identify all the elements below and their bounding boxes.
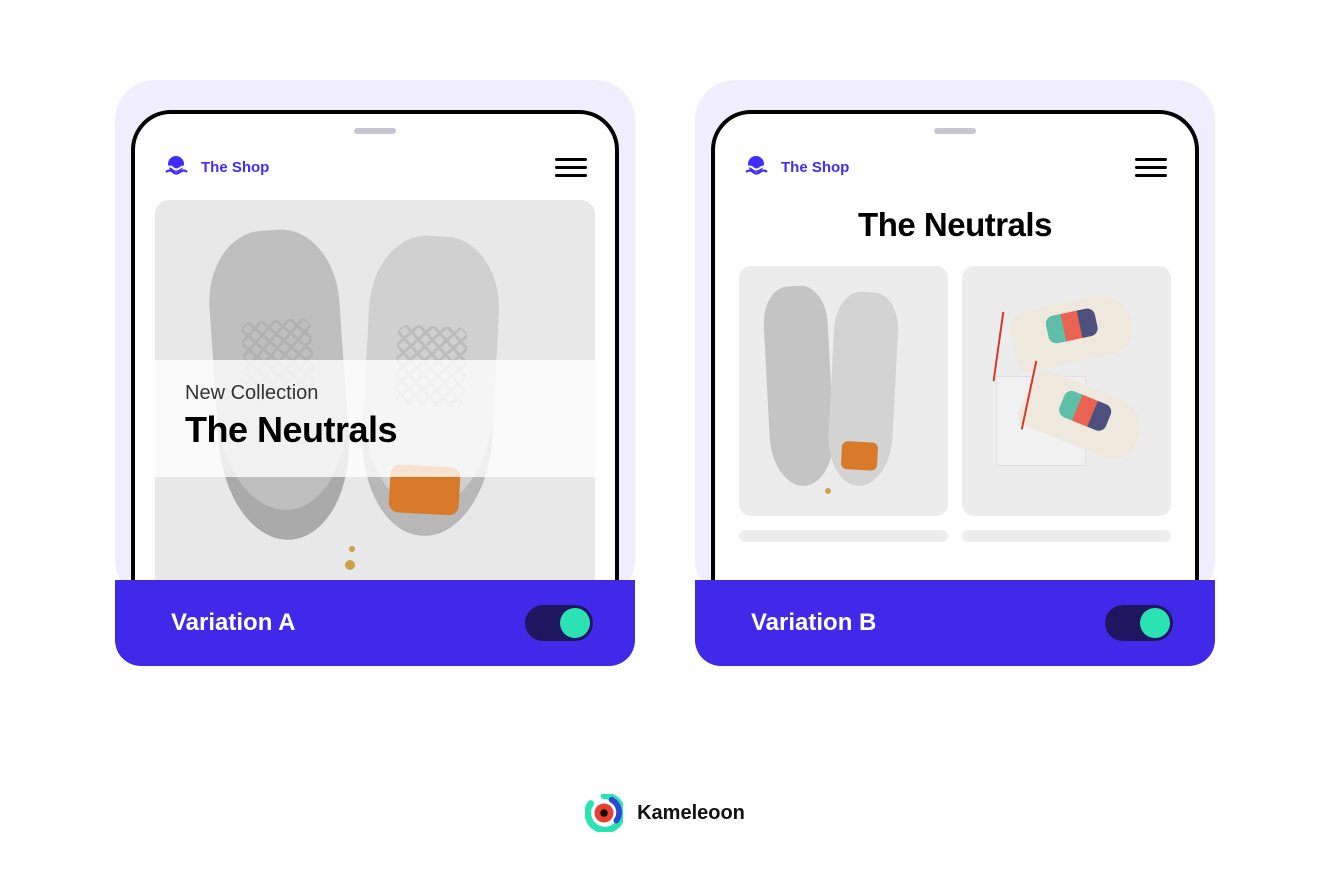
phone-notch xyxy=(934,128,976,134)
phone-screen-a: The Shop New Collection The Neutrals xyxy=(131,110,619,600)
panel-variation-b: The Shop The Neutrals xyxy=(695,80,1215,640)
brand-name: The Shop xyxy=(201,159,269,176)
variation-label-bar-b: Variation B xyxy=(695,580,1215,666)
hamburger-menu-icon[interactable] xyxy=(1135,158,1167,177)
product-grid xyxy=(715,266,1195,516)
comparison-container: The Shop New Collection The Neutrals xyxy=(0,0,1330,640)
phone-frame-a: The Shop New Collection The Neutrals xyxy=(115,80,635,600)
brand[interactable]: The Shop xyxy=(743,154,849,180)
caption-placeholder xyxy=(739,530,948,542)
variation-b-label: Variation B xyxy=(751,609,876,637)
footer-brand: Kameleoon xyxy=(0,794,1330,832)
hero-subtitle: New Collection xyxy=(185,382,565,405)
hero-text-overlay: New Collection The Neutrals xyxy=(155,360,595,477)
phone-screen-b: The Shop The Neutrals xyxy=(711,110,1199,600)
product-tile-2[interactable] xyxy=(962,266,1171,516)
caption-placeholder xyxy=(962,530,1171,542)
variation-a-toggle[interactable] xyxy=(525,605,593,641)
product-caption-row xyxy=(715,516,1195,542)
brand[interactable]: The Shop xyxy=(163,154,269,180)
variation-label-bar-a: Variation A xyxy=(115,580,635,666)
phone-frame-b: The Shop The Neutrals xyxy=(695,80,1215,600)
product-tile-1[interactable] xyxy=(739,266,948,516)
brand-logo-icon xyxy=(163,154,189,180)
app-header: The Shop xyxy=(715,146,1195,200)
hero-title: The Neutrals xyxy=(185,409,565,451)
collection-title: The Neutrals xyxy=(715,200,1195,266)
hero-banner[interactable]: New Collection The Neutrals xyxy=(155,200,595,600)
kameleoon-logo-icon xyxy=(585,794,623,832)
variation-b-toggle[interactable] xyxy=(1105,605,1173,641)
phone-notch xyxy=(354,128,396,134)
toggle-knob xyxy=(1140,608,1170,638)
app-header: The Shop xyxy=(135,146,615,200)
hamburger-menu-icon[interactable] xyxy=(555,158,587,177)
panel-variation-a: The Shop New Collection The Neutrals xyxy=(115,80,635,640)
toggle-knob xyxy=(560,608,590,638)
brand-name: The Shop xyxy=(781,159,849,176)
brand-logo-icon xyxy=(743,154,769,180)
footer-brand-name: Kameleoon xyxy=(637,802,745,825)
variation-a-label: Variation A xyxy=(171,609,295,637)
